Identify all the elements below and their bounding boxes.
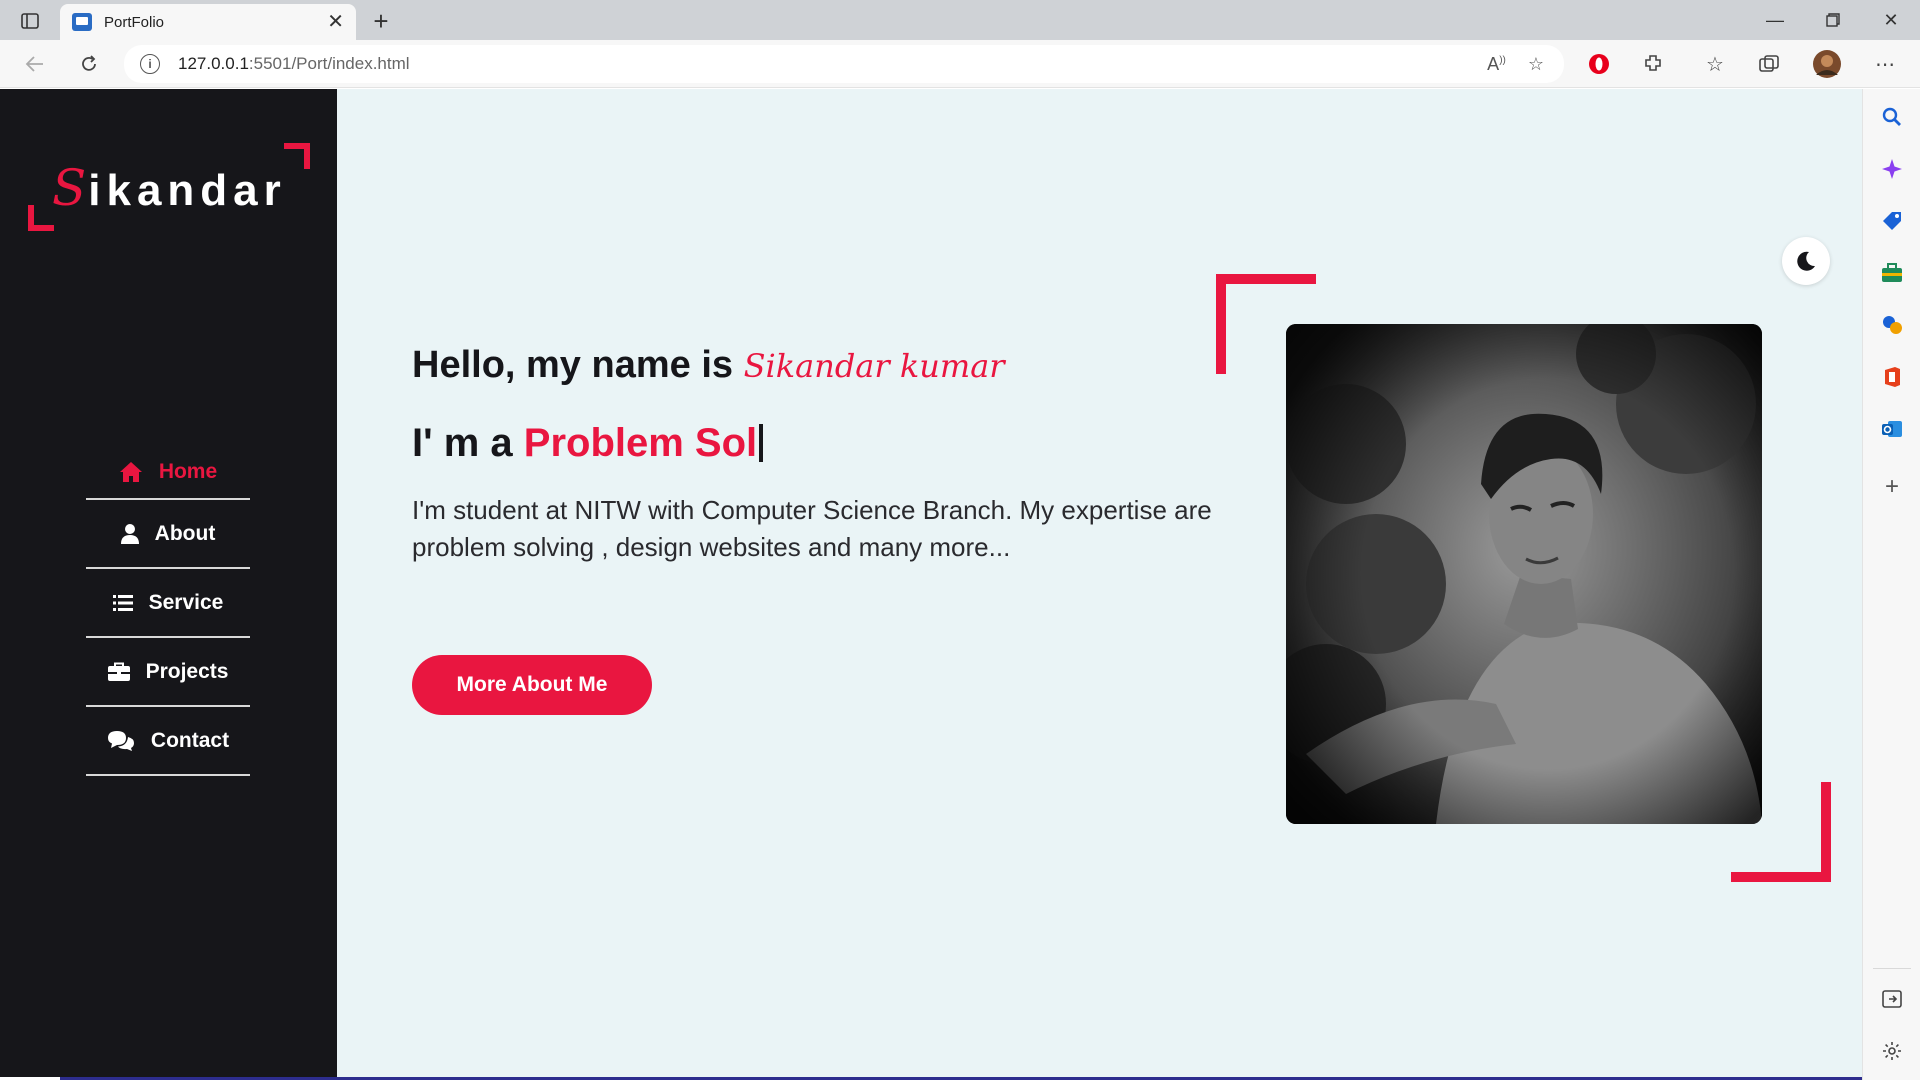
close-tab-icon[interactable]: ✕: [327, 12, 344, 32]
nav-label-projects: Projects: [145, 659, 229, 683]
read-aloud-icon[interactable]: A)): [1487, 54, 1506, 75]
moon-icon: [1797, 251, 1815, 271]
intro-description: I'm student at NITW with Computer Scienc…: [412, 495, 1212, 562]
games-icon[interactable]: [1880, 313, 1904, 337]
restore-icon[interactable]: [1810, 6, 1856, 34]
theme-toggle-button[interactable]: [1782, 237, 1830, 285]
role-heading: I' m a Problem Sol: [412, 421, 764, 466]
nav-label-contact: Contact: [150, 728, 230, 752]
office-icon[interactable]: [1880, 365, 1904, 389]
site-info-icon[interactable]: i: [140, 54, 160, 74]
home-icon: [119, 461, 142, 482]
address-toolbar: i 127.0.0.1:5501/Port/index.html A)) ☆ ☆…: [0, 40, 1920, 88]
profile-avatar[interactable]: [1810, 48, 1844, 80]
opera-extension-icon[interactable]: [1582, 48, 1616, 80]
hello-heading: Hello, my name is Sikandar kumar: [412, 344, 1005, 386]
extensions-icon[interactable]: [1636, 48, 1670, 80]
copilot-icon[interactable]: [1880, 157, 1904, 181]
home-section: Hello, my name is Sikandar kumar I' m a …: [337, 89, 1862, 1080]
nav-menu: Home About Service Projects Contact: [86, 445, 250, 776]
close-window-icon[interactable]: ✕: [1868, 6, 1914, 34]
browser-tab[interactable]: PortFolio ✕: [60, 4, 356, 40]
typing-cursor: [759, 424, 764, 462]
rail-divider: [1873, 968, 1911, 969]
nav-item-service[interactable]: Service: [86, 569, 250, 638]
url-text: 127.0.0.1:5501/Port/index.html: [178, 54, 410, 73]
outlook-icon[interactable]: [1880, 417, 1904, 441]
typed-text: Problem Sol: [523, 421, 758, 465]
name-highlight: Sikandar kumar: [743, 347, 1005, 385]
shopping-icon[interactable]: [1880, 209, 1904, 233]
browser-tab-bar: PortFolio ✕ + — ✕: [0, 0, 1920, 40]
logo-corner-top-right: [284, 143, 310, 169]
nav-label-home: Home: [158, 459, 218, 483]
briefcase-icon: [107, 662, 130, 681]
nav-item-home[interactable]: Home: [86, 445, 250, 500]
more-about-me-button[interactable]: More About Me: [412, 655, 652, 715]
comments-icon: [107, 730, 134, 751]
settings-gear-icon[interactable]: [1880, 1039, 1904, 1063]
logo-corner-bottom-left: [28, 205, 54, 231]
nav-label-service: Service: [148, 590, 224, 614]
list-icon: [112, 594, 133, 611]
favorites-icon[interactable]: ☆: [1698, 48, 1732, 80]
logo-text: Sikandar: [52, 159, 287, 217]
tab-title: PortFolio: [104, 13, 165, 31]
hide-sidebar-icon[interactable]: [1880, 987, 1904, 1011]
add-favorite-icon[interactable]: ☆: [1528, 54, 1544, 75]
edge-sidebar: +: [1862, 89, 1920, 1080]
profile-photo: [1286, 324, 1762, 824]
search-icon[interactable]: [1880, 105, 1904, 129]
tools-icon[interactable]: [1880, 261, 1904, 285]
refresh-icon[interactable]: [72, 48, 106, 80]
url-field[interactable]: i 127.0.0.1:5501/Port/index.html A)) ☆: [124, 45, 1564, 83]
nav-item-projects[interactable]: Projects: [86, 638, 250, 707]
nav-item-about[interactable]: About: [86, 500, 250, 569]
minimize-icon[interactable]: —: [1752, 6, 1798, 34]
add-sidebar-app-icon[interactable]: +: [1880, 473, 1904, 500]
nav-label-about: About: [154, 521, 216, 545]
nav-item-contact[interactable]: Contact: [86, 707, 250, 776]
more-menu-icon[interactable]: ⋯: [1868, 48, 1902, 80]
back-icon[interactable]: [18, 48, 52, 80]
logo[interactable]: Sikandar: [28, 143, 310, 231]
sidebar: Sikandar Home About Service Projects Con…: [0, 89, 337, 1080]
user-icon: [120, 523, 139, 544]
favicon-icon: [72, 13, 92, 31]
page-viewport: Sikandar Home About Service Projects Con…: [0, 89, 1862, 1080]
collections-icon[interactable]: [1752, 48, 1786, 80]
new-tab-icon[interactable]: +: [366, 6, 396, 36]
tab-actions-icon[interactable]: [14, 8, 46, 34]
